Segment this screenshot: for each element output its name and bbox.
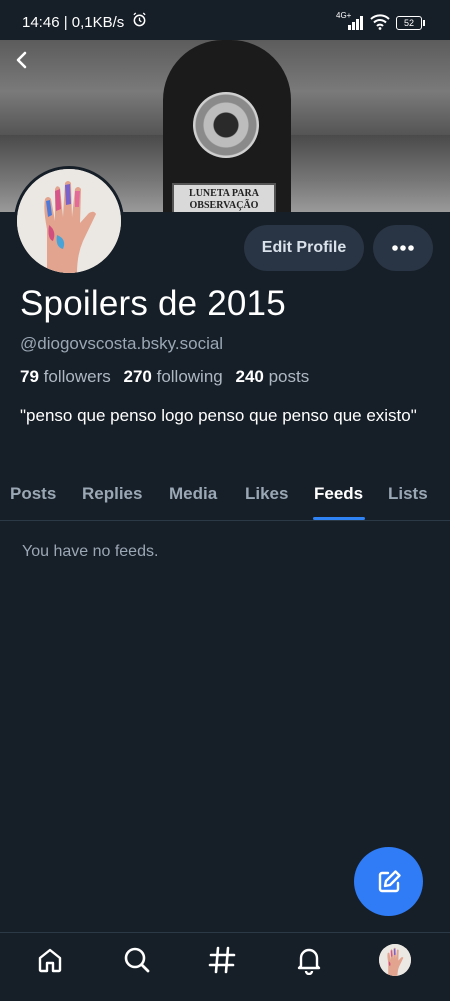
tab-replies[interactable]: Replies <box>82 484 142 504</box>
compose-icon <box>378 869 401 892</box>
active-tab-indicator <box>313 517 365 520</box>
profile-tabs: Posts Replies Media Likes Feeds Lists <box>0 470 450 521</box>
hashtag-icon[interactable] <box>207 945 237 975</box>
battery-indicator: 52 <box>396 16 425 30</box>
back-button[interactable] <box>8 46 36 74</box>
banner-plate-line-1: LUNETA PARA <box>189 188 259 199</box>
ellipsis-icon <box>392 245 414 251</box>
compose-button[interactable] <box>354 847 423 916</box>
tab-media[interactable]: Media <box>169 484 217 504</box>
status-time: 14:46 | 0,1KB/s <box>22 14 125 31</box>
posts-stat: 240 posts <box>235 367 309 386</box>
banner-lens <box>193 92 259 158</box>
tab-feeds[interactable]: Feeds <box>314 484 363 504</box>
tab-likes[interactable]: Likes <box>245 484 288 504</box>
banner-plate: LUNETA PARA OBSERVAÇÃO <box>172 183 276 212</box>
profile-display-name: Spoilers de 2015 <box>20 284 286 323</box>
followers-count: 79 <box>20 367 39 386</box>
empty-feeds-message: You have no feeds. <box>22 543 159 560</box>
posts-count: 240 <box>235 367 264 386</box>
signal-icon <box>348 16 363 30</box>
wifi-icon <box>370 14 390 30</box>
posts-label: posts <box>268 367 310 386</box>
bottom-navigation <box>0 932 450 1001</box>
hand-avatar-small <box>379 944 411 976</box>
profile-avatar[interactable] <box>14 166 124 276</box>
home-icon[interactable] <box>35 945 65 975</box>
following-link[interactable]: 270 following <box>123 367 222 386</box>
tab-posts[interactable]: Posts <box>10 484 56 504</box>
status-bar: 14:46 | 0,1KB/s 4G+ 52 <box>0 0 450 40</box>
bell-icon[interactable] <box>294 945 324 975</box>
following-count: 270 <box>123 367 152 386</box>
search-icon[interactable] <box>122 945 152 975</box>
profile-stats: 79 followers 270 following 240 posts <box>20 367 309 387</box>
profile-handle: @diogovscosta.bsky.social <box>20 334 224 353</box>
followers-label: followers <box>43 367 111 386</box>
banner-plate-line-2: OBSERVAÇÃO <box>189 200 259 211</box>
profile-nav-avatar[interactable] <box>379 944 411 976</box>
tab-lists[interactable]: Lists <box>388 484 428 504</box>
followers-link[interactable]: 79 followers <box>20 367 111 386</box>
hand-avatar-image <box>17 169 121 273</box>
profile-bio: "penso que penso logo penso que penso qu… <box>20 406 417 425</box>
following-label: following <box>156 367 223 386</box>
more-options-button[interactable] <box>373 225 433 271</box>
edit-profile-button[interactable]: Edit Profile <box>244 225 364 271</box>
alarm-icon <box>133 12 146 27</box>
